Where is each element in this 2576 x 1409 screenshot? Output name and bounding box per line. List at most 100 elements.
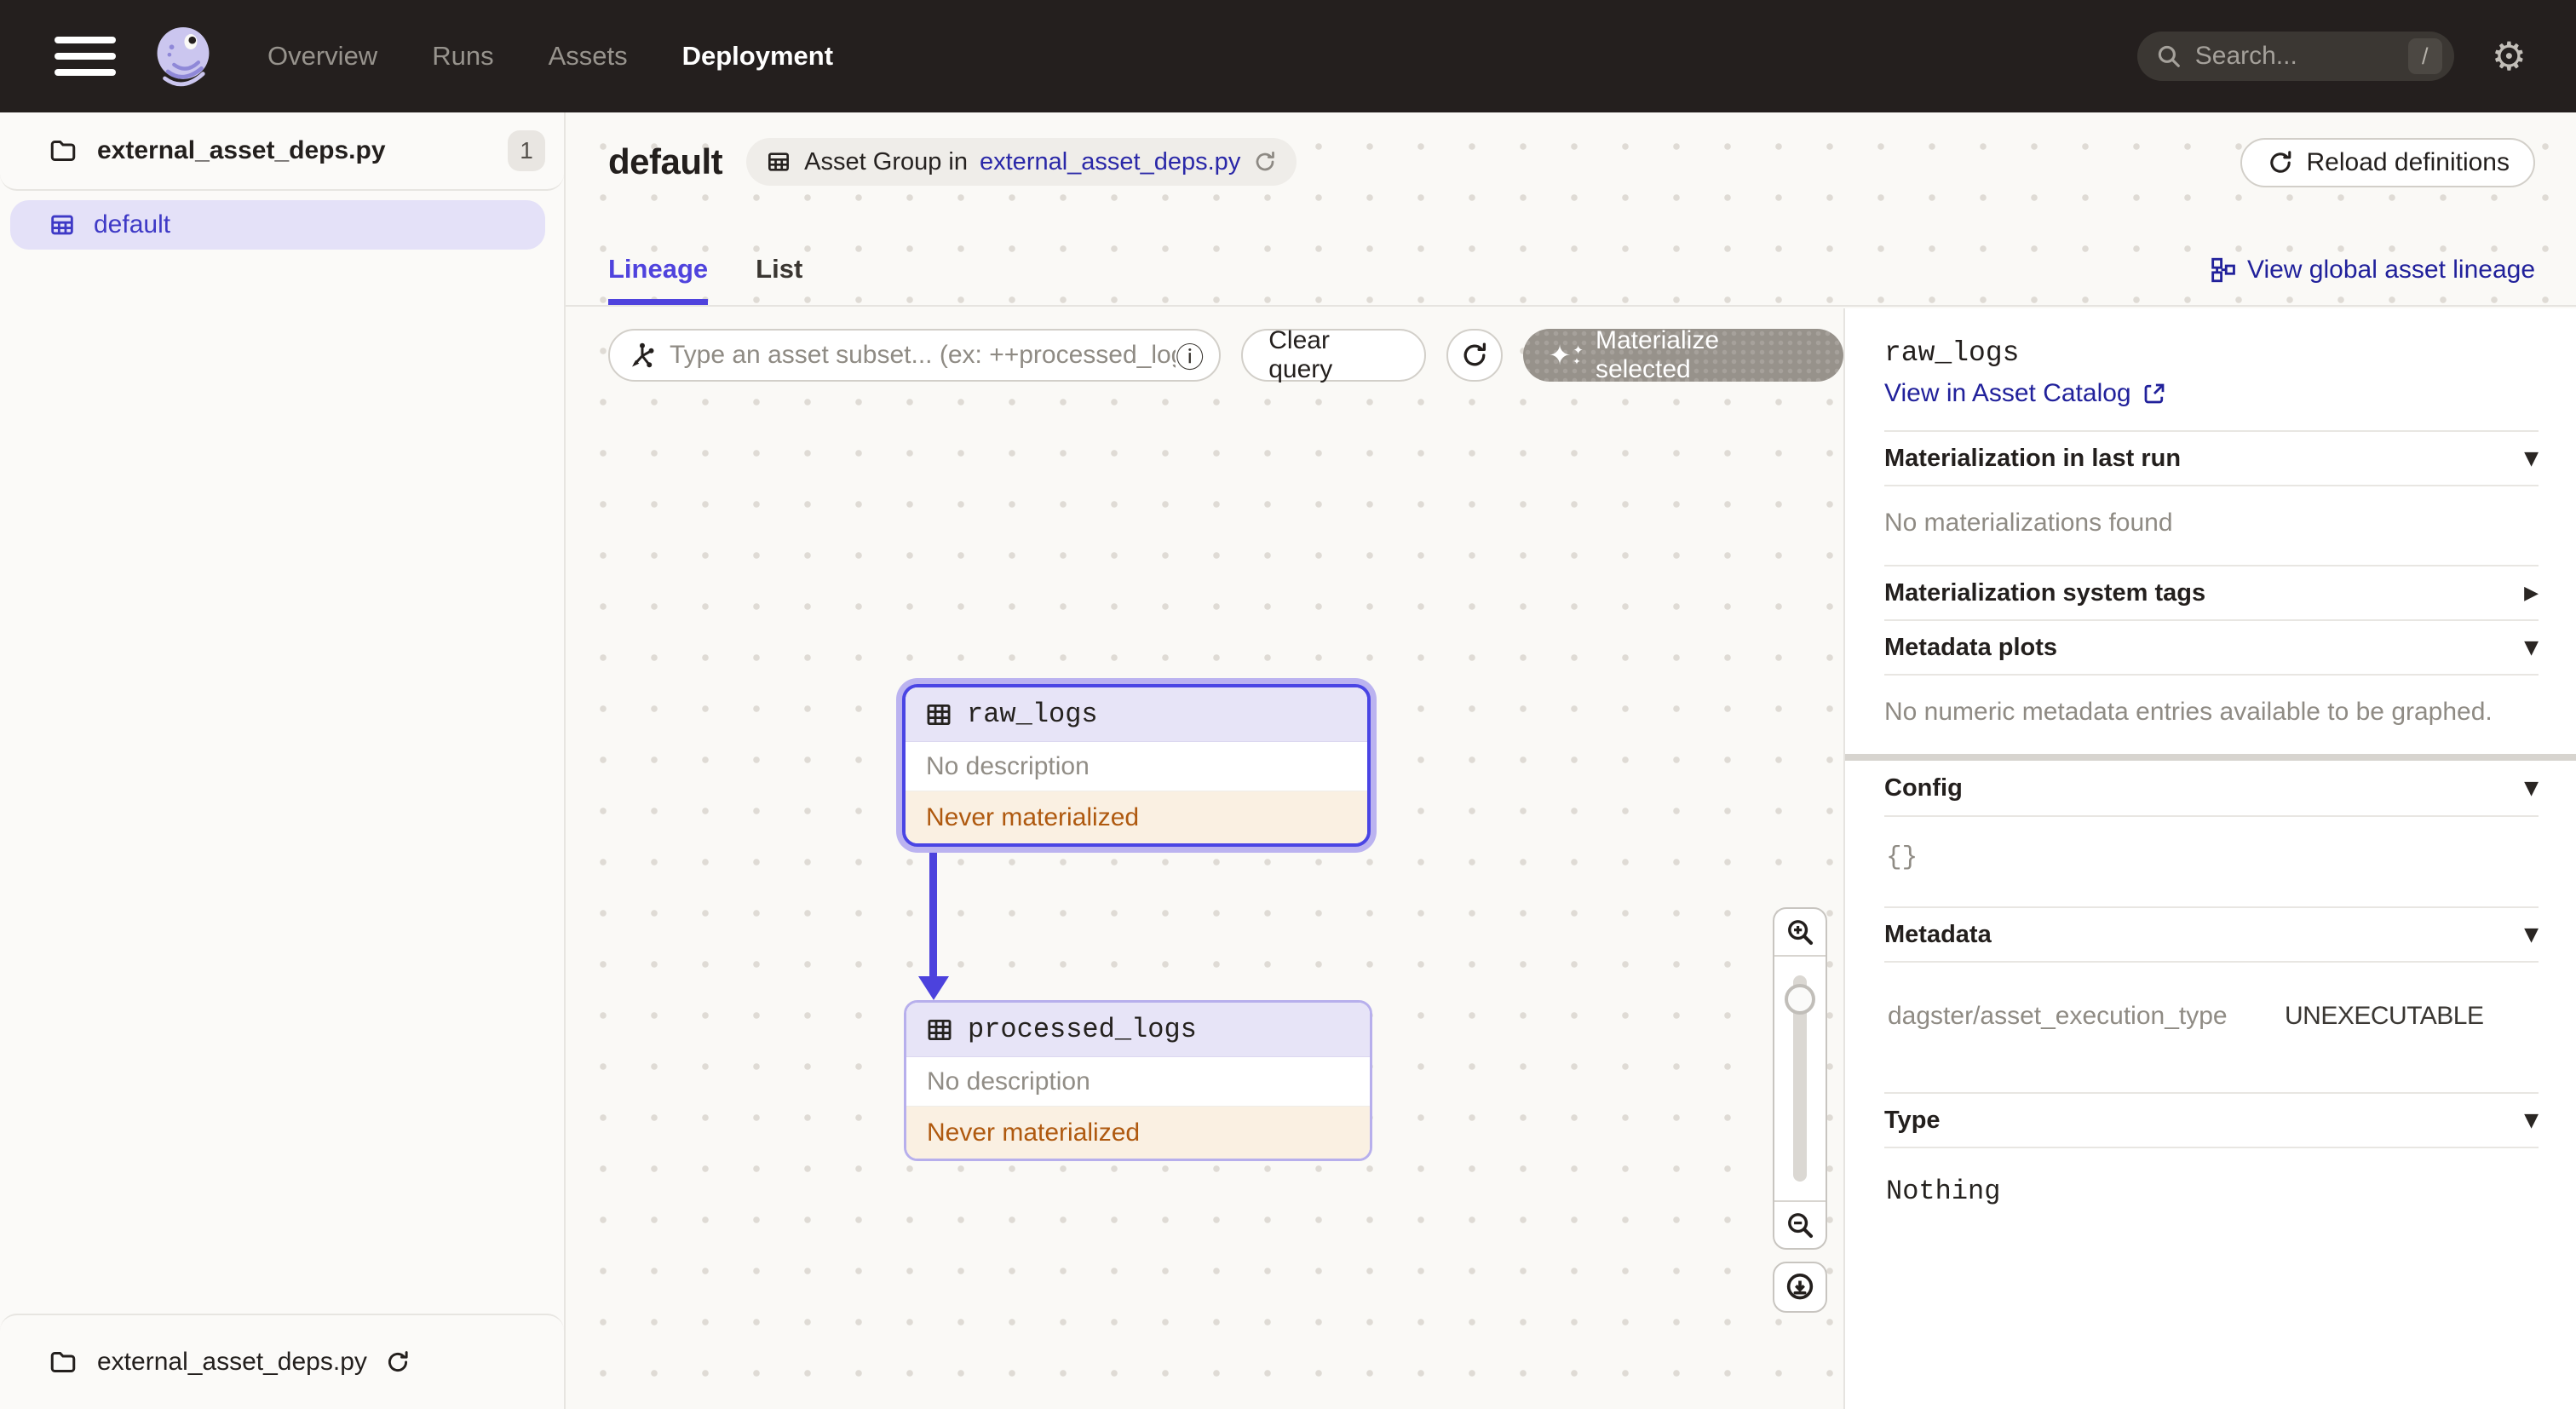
sidebar-item-label: default bbox=[94, 210, 171, 239]
metadata-plots-empty-message: No numeric metadata entries available to… bbox=[1884, 674, 2539, 754]
asset-node-raw-logs[interactable]: raw_logs No description Never materializ… bbox=[902, 684, 1371, 847]
refresh-icon[interactable] bbox=[384, 1349, 411, 1376]
asset-group-icon bbox=[51, 215, 73, 235]
section-type[interactable]: Type ▼ bbox=[1884, 1092, 2539, 1147]
view-global-asset-lineage-link[interactable]: View global asset lineage bbox=[2208, 256, 2535, 285]
sidebar-code-location-row[interactable]: external_asset_deps.py 1 bbox=[0, 112, 564, 191]
zoom-slider-knob[interactable] bbox=[1785, 984, 1815, 1015]
top-nav-bar: Overview Runs Assets Deployment / ⚙ bbox=[0, 0, 2576, 112]
section-materialization-in-last-run[interactable]: Materialization in last run ▼ bbox=[1884, 430, 2539, 485]
section-label: Materialization in last run bbox=[1884, 444, 2182, 472]
asset-status-badge: Never materialized bbox=[906, 1107, 1370, 1159]
materialize-selected-label: Materialize selected bbox=[1595, 326, 1720, 383]
type-value: Nothing bbox=[1884, 1147, 2539, 1241]
dagster-logo-icon bbox=[157, 26, 210, 87]
tab-list[interactable]: List bbox=[756, 254, 802, 305]
asset-status-badge: Never materialized bbox=[906, 791, 1367, 843]
gear-icon[interactable]: ⚙ bbox=[2492, 33, 2527, 79]
asset-detail-title: raw_logs bbox=[1884, 337, 2020, 369]
external-link-icon bbox=[2144, 383, 2164, 404]
table-icon bbox=[928, 1019, 952, 1040]
graph-query-icon bbox=[632, 342, 654, 368]
panel-splitter[interactable] bbox=[1845, 754, 2576, 761]
folder-icon bbox=[50, 141, 76, 161]
chevron-down-icon: ▼ bbox=[2524, 777, 2539, 799]
sidebar-item-default-group[interactable]: default bbox=[10, 200, 545, 250]
asset-description: No description bbox=[906, 742, 1367, 791]
view-in-asset-catalog-link[interactable]: View in Asset Catalog bbox=[1884, 379, 2539, 430]
asset-subset-query-input[interactable] bbox=[670, 341, 1176, 370]
chevron-right-icon: ▶ bbox=[2524, 582, 2539, 604]
chevron-down-icon: ▼ bbox=[2524, 636, 2539, 658]
materialize-selected-button[interactable]: ✦ ✦ ✦ Materialize selected bbox=[1522, 326, 1843, 383]
search-shortcut-badge: / bbox=[2407, 38, 2442, 74]
metadata-key: dagster/asset_execution_type bbox=[1888, 1002, 2228, 1030]
zoom-out-icon bbox=[1788, 1213, 1814, 1239]
search-box[interactable]: / bbox=[2136, 32, 2454, 81]
section-metadata[interactable]: Metadata ▼ bbox=[1884, 906, 2539, 961]
code-location-sidebar: external_asset_deps.py 1 default externa… bbox=[0, 112, 566, 1409]
section-config[interactable]: Config ▼ bbox=[1884, 761, 2539, 815]
breadcrumb-prefix: Asset Group in bbox=[804, 147, 968, 175]
nav-item-deployment[interactable]: Deployment bbox=[682, 41, 833, 72]
zoom-controls bbox=[1773, 907, 1827, 1313]
search-input[interactable] bbox=[2194, 42, 2408, 71]
nav-item-assets[interactable]: Assets bbox=[549, 41, 628, 72]
clear-query-label: Clear query bbox=[1268, 326, 1333, 383]
section-label: Type bbox=[1884, 1106, 1941, 1134]
asset-description: No description bbox=[906, 1057, 1370, 1107]
download-graph-button[interactable] bbox=[1773, 1262, 1827, 1313]
chevron-down-icon: ▼ bbox=[2524, 1109, 2539, 1131]
folder-icon bbox=[50, 1352, 76, 1372]
section-metadata-plots[interactable]: Metadata plots ▼ bbox=[1884, 619, 2539, 674]
lineage-graph-icon bbox=[2211, 257, 2235, 283]
zoom-in-button[interactable] bbox=[1774, 909, 1826, 957]
zoom-in-icon bbox=[1788, 920, 1814, 946]
hamburger-menu-icon[interactable] bbox=[55, 37, 116, 76]
lineage-edge bbox=[929, 841, 937, 979]
clear-query-button[interactable]: Clear query bbox=[1241, 326, 1427, 383]
nav-right-group: / ⚙ bbox=[2136, 32, 2576, 81]
dagster-app: Overview Runs Assets Deployment / ⚙ exte… bbox=[0, 0, 2576, 1409]
section-label: Config bbox=[1884, 774, 1963, 802]
tab-lineage[interactable]: Lineage bbox=[608, 254, 709, 305]
page-header: default Asset Group in external_asset_de… bbox=[566, 112, 2576, 307]
refresh-graph-button[interactable] bbox=[1446, 329, 1503, 382]
nav-item-overview[interactable]: Overview bbox=[267, 41, 377, 72]
info-icon[interactable]: ⓘ bbox=[1176, 335, 1204, 376]
asset-node-processed-logs[interactable]: processed_logs No description Never mate… bbox=[904, 1000, 1372, 1161]
breadcrumb-code-location-link[interactable]: external_asset_deps.py bbox=[980, 148, 1240, 176]
breadcrumb: Asset Group in external_asset_deps.py bbox=[746, 138, 1297, 186]
materialization-empty-message: No materializations found bbox=[1884, 485, 2539, 565]
view-global-asset-lineage-label: View global asset lineage bbox=[2246, 256, 2535, 284]
asset-name: processed_logs bbox=[968, 1014, 1197, 1045]
zoom-slider[interactable] bbox=[1774, 957, 1826, 1200]
config-value: {} bbox=[1884, 815, 2539, 906]
section-materialization-system-tags[interactable]: Materialization system tags ▶ bbox=[1884, 565, 2539, 619]
lineage-edge-arrowhead bbox=[918, 976, 949, 1000]
asset-name: raw_logs bbox=[967, 699, 1098, 730]
main-content: default Asset Group in external_asset_de… bbox=[566, 112, 2576, 1409]
sparkle-icon: ✦ ✦ ✦ bbox=[1548, 339, 1584, 371]
zoom-out-button[interactable] bbox=[1774, 1200, 1826, 1248]
view-in-asset-catalog-label: View in Asset Catalog bbox=[1884, 379, 2131, 407]
download-icon bbox=[1786, 1274, 1814, 1300]
search-icon bbox=[2158, 45, 2180, 67]
refresh-icon bbox=[1463, 342, 1486, 366]
metadata-row: dagster/asset_execution_type UNEXECUTABL… bbox=[1884, 961, 2539, 1092]
nav-menu: Overview Runs Assets Deployment bbox=[267, 41, 833, 72]
refresh-icon[interactable] bbox=[1252, 149, 1278, 175]
asset-subset-query-box[interactable]: ⓘ bbox=[608, 329, 1222, 382]
footer-code-location-name: external_asset_deps.py bbox=[97, 1348, 367, 1376]
asset-detail-panel: raw_logs View in Asset Catalog Materiali… bbox=[1843, 308, 2576, 1409]
reload-definitions-button[interactable]: Reload definitions bbox=[2240, 138, 2535, 187]
reload-definitions-label: Reload definitions bbox=[2306, 148, 2510, 176]
code-location-name: external_asset_deps.py bbox=[97, 136, 386, 164]
page-title: default bbox=[608, 141, 723, 181]
nav-item-runs[interactable]: Runs bbox=[432, 41, 493, 72]
metadata-value: UNEXECUTABLE bbox=[2285, 1002, 2484, 1030]
asset-lineage-graph: ⓘ Clear query ✦ ✦✦ Materialize s bbox=[566, 308, 1843, 1409]
asset-group-count-badge: 1 bbox=[508, 130, 545, 171]
asset-group-icon bbox=[768, 152, 790, 171]
view-tabs: Lineage List bbox=[608, 254, 802, 305]
